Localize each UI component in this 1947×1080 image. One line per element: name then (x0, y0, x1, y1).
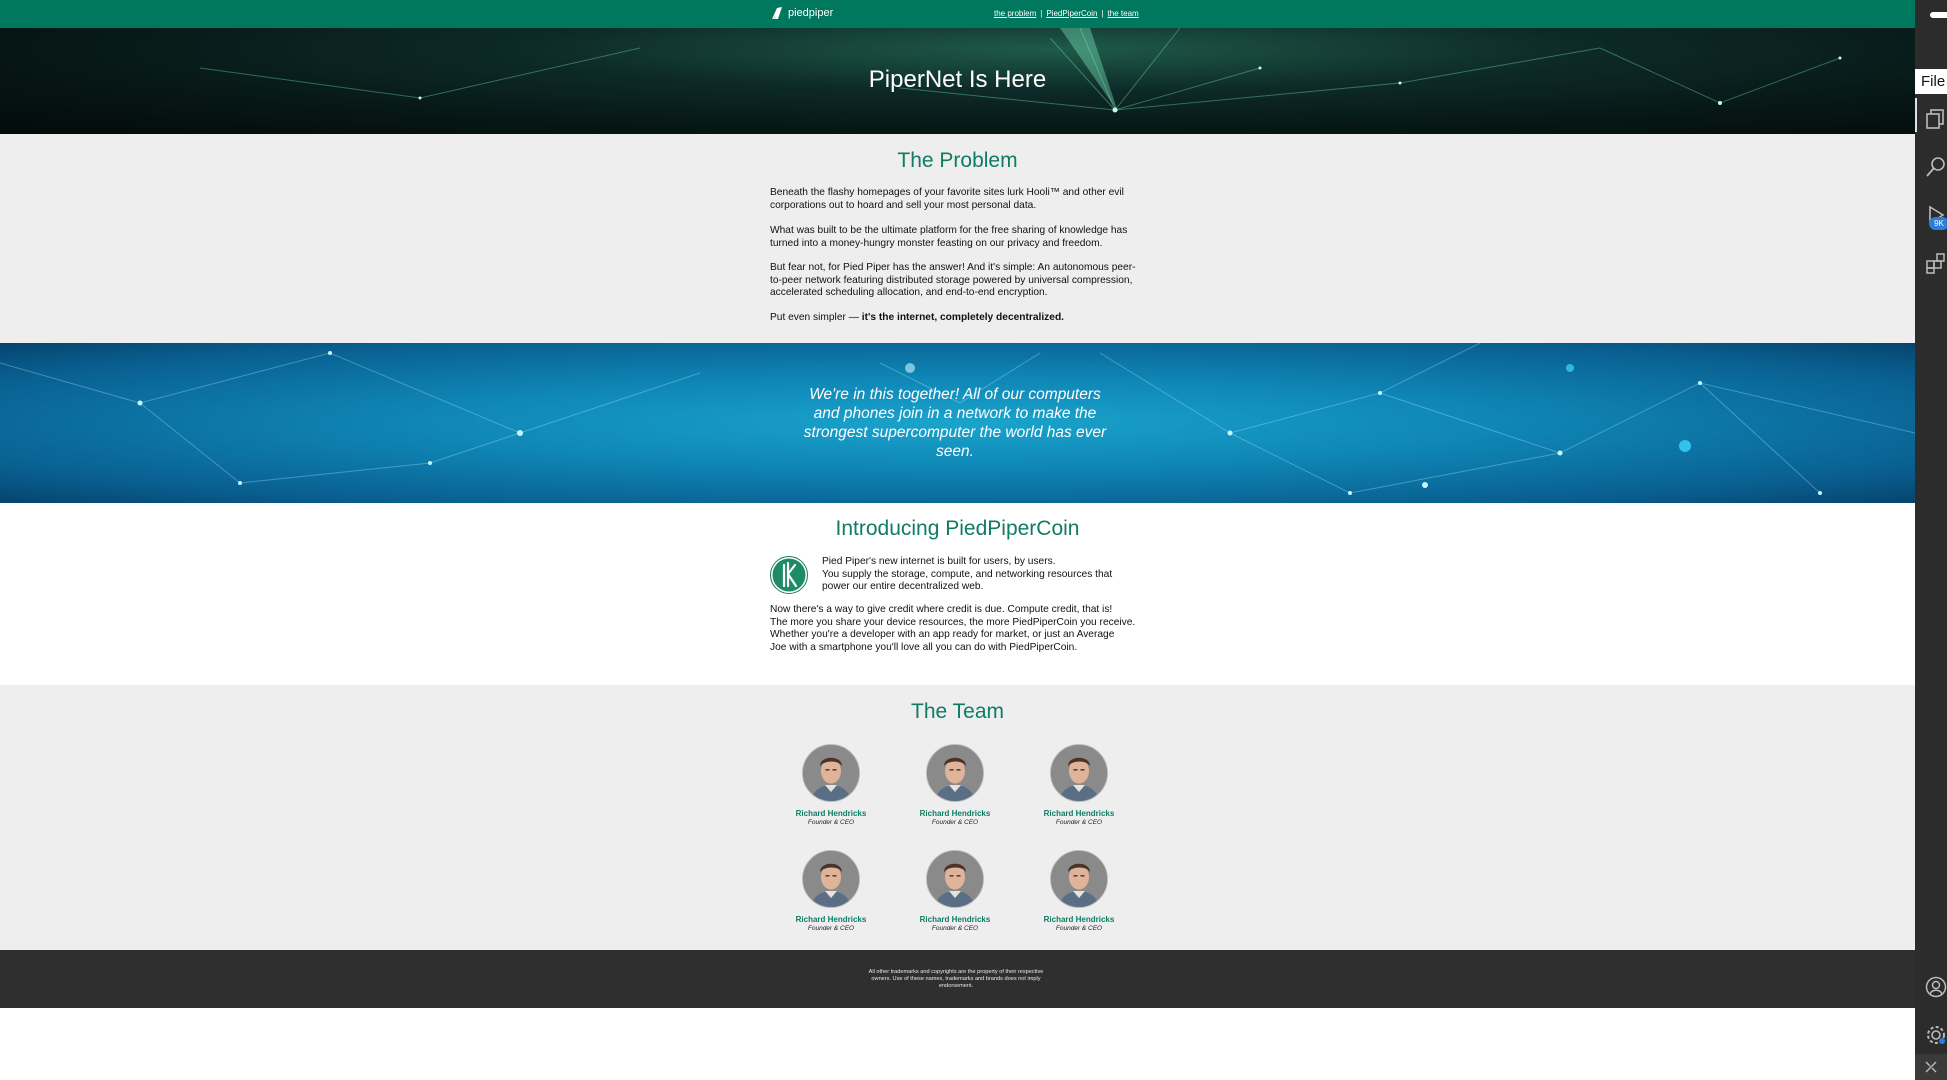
notification-badge: 9K (1929, 217, 1947, 230)
footer-disclaimer: All other trademarks and copyrights are … (868, 969, 1044, 989)
nav-links: the problem | PiedPiperCoin | the team (994, 9, 1139, 18)
team-member-role: Founder & CEO (807, 925, 855, 932)
team-member-card[interactable]: Richard Hendricks Founder & CEO (1019, 744, 1139, 826)
hero-section: PiperNet Is Here (0, 28, 1915, 134)
coin-body-line-1: Now there's a way to give credit where c… (770, 604, 1113, 615)
problem-title: The Problem (897, 149, 1018, 172)
pied-piper-logo-icon (772, 7, 782, 19)
summary-bold: it's the internet, completely decentrali… (861, 312, 1064, 323)
remote-button[interactable] (1915, 1054, 1947, 1080)
nav-link-the-problem[interactable]: the problem (994, 9, 1036, 18)
coin-section: Introducing PiedPiperCoin Pied Piper's n… (0, 503, 1915, 685)
top-nav: piedpiper the problem | PiedPiperCoin | the … (0, 0, 1915, 28)
hero-title: PiperNet Is Here (868, 66, 1047, 93)
problem-summary: Put even simpler — it's the internet, co… (770, 312, 1140, 325)
problem-section: The Problem Beneath the flashy homepages… (0, 134, 1915, 343)
problem-paragraph-2: What was built to be the ultimate platfo… (770, 225, 1128, 249)
coin-intro: Pied Piper's new internet is built for u… (822, 556, 1142, 594)
team-member-card[interactable]: Richard Hendricks Founder & CEO (895, 850, 1015, 932)
file-menu[interactable]: File (1915, 69, 1947, 94)
footer: All other trademarks and copyrights are … (0, 950, 1915, 1008)
team-member-name: Richard Hendricks (1043, 915, 1115, 924)
problem-paragraph-1: Beneath the flashy homepages of your fav… (770, 187, 1124, 211)
team-title: The Team (911, 700, 1004, 723)
team-member-role: Founder & CEO (931, 819, 979, 826)
nav-separator: | (1101, 9, 1104, 18)
team-member-name: Richard Hendricks (919, 809, 991, 818)
search-button[interactable] (1915, 148, 1947, 182)
team-section: The Team Richard Hendricks Founder & CEO R… (0, 685, 1915, 950)
brand-name: piedpiper (788, 7, 834, 19)
avatar (1050, 850, 1108, 908)
network-banner: We're in this together! All of our compu… (0, 343, 1915, 503)
explorer-button[interactable] (1915, 100, 1947, 134)
banner-quote: We're in this together! All of our compu… (803, 386, 1107, 460)
team-member-name: Richard Hendricks (795, 809, 867, 818)
account-button[interactable] (1915, 968, 1947, 1002)
team-member-role: Founder & CEO (931, 925, 979, 932)
search-icon (1926, 157, 1945, 177)
avatar (926, 850, 984, 908)
nav-link-piedpipercoin[interactable]: PiedPiperCoin (1046, 9, 1097, 18)
team-member-card[interactable]: Richard Hendricks Founder & CEO (895, 744, 1015, 826)
avatar (802, 850, 860, 908)
avatar (802, 744, 860, 802)
explorer-icon (1926, 109, 1944, 129)
team-member-name: Richard Hendricks (1043, 809, 1115, 818)
team-member-name: Richard Hendricks (919, 915, 991, 924)
activity-bar (1915, 0, 1947, 1080)
window-control[interactable] (1930, 12, 1947, 18)
piedpipercoin-logo-icon (770, 556, 808, 594)
nav-link-the-team[interactable]: the team (1108, 9, 1139, 18)
extensions-button[interactable] (1915, 244, 1947, 278)
team-member-role: Founder & CEO (807, 819, 855, 826)
problem-paragraph-3: But fear not, for Pied Piper has the ans… (770, 262, 1136, 298)
nav-separator: | (1040, 9, 1043, 18)
summary-prefix: Put even simpler — (770, 312, 862, 323)
team-member-card[interactable]: Richard Hendricks Founder & CEO (771, 744, 891, 826)
coin-body-line-3: Joe with a smartphone you'll love all yo… (770, 641, 1078, 653)
coin-intro-line-1: Pied Piper's new internet is built for u… (822, 556, 1056, 567)
coin-intro-line-2: You supply the storage, compute, and net… (822, 568, 1113, 593)
coin-title: Introducing PiedPiperCoin (835, 517, 1080, 540)
extensions-icon (1926, 253, 1945, 274)
brand-logo[interactable]: piedpiper (770, 6, 833, 20)
active-view-indicator (1915, 98, 1917, 132)
team-member-role: Founder & CEO (1055, 819, 1103, 826)
account-icon (1925, 976, 1947, 998)
coin-body: Now there's a way to give credit where c… (770, 604, 1140, 654)
webpage: piedpiper the problem | PiedPiperCoin | the … (0, 0, 1915, 1080)
team-member-name: Richard Hendricks (795, 915, 867, 924)
avatar (926, 744, 984, 802)
settings-gear-icon (1927, 1026, 1945, 1044)
team-member-card[interactable]: Richard Hendricks Founder & CEO (1019, 850, 1139, 932)
remote-icon (1925, 1061, 1937, 1073)
team-member-card[interactable]: Richard Hendricks Founder & CEO (771, 850, 891, 932)
coin-body-line-2: The more you share your device resources… (770, 616, 1136, 641)
settings-button[interactable] (1915, 1016, 1947, 1050)
avatar (1050, 744, 1108, 802)
team-member-role: Founder & CEO (1055, 925, 1103, 932)
